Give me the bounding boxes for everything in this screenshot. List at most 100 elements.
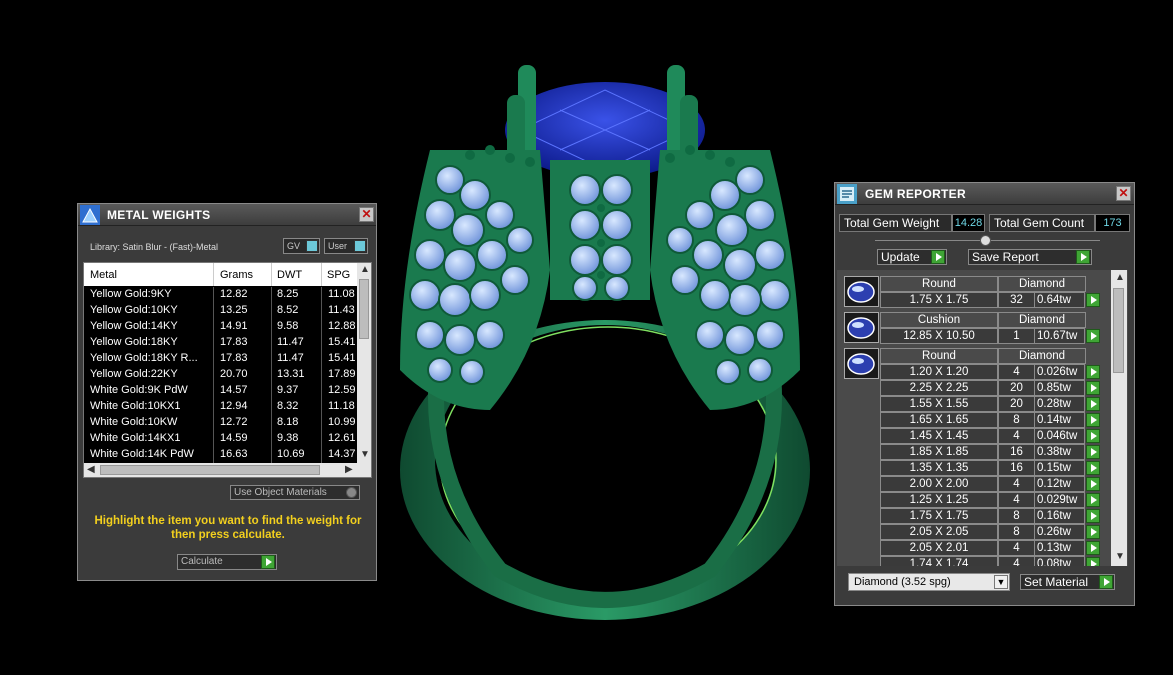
save-report-button[interactable]: Save Report	[968, 249, 1092, 265]
column-header-grams[interactable]: Grams	[220, 269, 253, 281]
column-header-metal[interactable]: Metal	[90, 269, 117, 281]
set-material-button[interactable]: Set Material	[1020, 574, 1115, 590]
metal-table-hscrollbar[interactable]: ◀ ▶	[84, 463, 371, 477]
select-gems-button[interactable]	[1086, 293, 1100, 307]
table-row[interactable]: Yellow Gold:9KY 12.82 8.25 11.08	[84, 287, 359, 303]
calculate-field[interactable]: Calculate	[177, 554, 277, 570]
use-object-materials-label: Use Object Materials	[234, 487, 327, 498]
viewport[interactable]: METAL WEIGHTS ✕ Library: Satin Blur - (F…	[0, 0, 1173, 675]
grams-cell: 16.63	[220, 448, 248, 460]
material-select[interactable]: Diamond (3.52 spg) ▼	[848, 573, 1010, 591]
gem-shape-header: Cushion	[880, 312, 998, 328]
gem-size-cell: 1.25 X 1.25	[880, 492, 998, 508]
gem-count-cell: 4	[998, 492, 1035, 508]
metal-name-cell: Yellow Gold:18KY R...	[90, 352, 198, 364]
table-row[interactable]: Yellow Gold:18KY 17.83 11.47 15.41	[84, 335, 359, 351]
column-header-dwt[interactable]: DWT	[277, 269, 302, 281]
save-report-go-icon[interactable]	[1076, 250, 1090, 264]
metal-weights-titlebar[interactable]: METAL WEIGHTS ✕	[78, 204, 376, 226]
metal-table[interactable]: Metal Grams DWT SPG Yellow Gold:9KY 12.82…	[83, 262, 372, 478]
use-object-materials-field[interactable]: Use Object Materials	[230, 485, 360, 500]
dwt-cell: 11.47	[277, 352, 304, 364]
select-gems-button[interactable]	[1086, 429, 1100, 443]
update-go-icon[interactable]	[931, 250, 945, 264]
report-slider-handle[interactable]	[980, 235, 991, 246]
gem-weight-cell: 10.67tw	[1034, 328, 1085, 344]
column-header-spg[interactable]: SPG	[327, 269, 350, 281]
grams-cell: 12.72	[220, 416, 248, 428]
table-row[interactable]: Yellow Gold:14KY 14.91 9.58 12.88	[84, 319, 359, 335]
gem-reporter-close-button[interactable]: ✕	[1116, 186, 1131, 201]
chevron-down-icon[interactable]: ▼	[994, 575, 1008, 589]
gem-material-header: Diamond	[998, 312, 1086, 328]
metal-name-cell: Yellow Gold:9KY	[90, 288, 172, 300]
calculate-go-button[interactable]	[261, 555, 275, 569]
select-gems-button[interactable]	[1086, 509, 1100, 523]
scroll-left-icon[interactable]: ◀	[87, 464, 95, 476]
gem-size-cell: 1.74 X 1.74	[880, 556, 998, 566]
gem-weight-cell: 0.14tw	[1034, 412, 1085, 428]
user-toggle[interactable]: User	[324, 238, 368, 254]
gem-count-cell: 16	[998, 444, 1035, 460]
select-gems-button[interactable]	[1086, 329, 1100, 343]
metal-name-cell: Yellow Gold:14KY	[90, 320, 178, 332]
table-row[interactable]: White Gold:9K PdW 14.57 9.37 12.59	[84, 383, 359, 399]
gem-reporter-titlebar[interactable]: GEM REPORTER ✕	[835, 183, 1134, 205]
table-row[interactable]: White Gold:10KX1 12.94 8.32 11.18	[84, 399, 359, 415]
scroll-up-icon[interactable]: ▲	[360, 264, 370, 276]
ring-3d-render[interactable]	[380, 50, 820, 620]
gv-toggle[interactable]: GV	[283, 238, 320, 254]
table-row[interactable]: Yellow Gold:10KY 13.25 8.52 11.43	[84, 303, 359, 319]
update-button[interactable]: Update	[877, 249, 947, 265]
select-gems-button[interactable]	[1086, 461, 1100, 475]
gear-icon[interactable]	[346, 487, 357, 498]
gem-size-cell: 1.35 X 1.35	[880, 460, 998, 476]
gem-list-vscroll-thumb[interactable]	[1113, 288, 1124, 373]
scroll-down-icon[interactable]: ▼	[360, 449, 370, 461]
dwt-cell: 11.47	[277, 336, 304, 348]
gem-thumbnail[interactable]	[844, 276, 879, 307]
gem-thumbnail[interactable]	[844, 312, 879, 343]
material-select-value: Diamond (3.52 spg)	[854, 576, 951, 588]
select-gems-button[interactable]	[1086, 493, 1100, 507]
table-row[interactable]: White Gold:10KW 12.72 8.18 10.99	[84, 415, 359, 431]
gv-toggle-indicator	[306, 240, 318, 252]
table-row[interactable]: White Gold:14K PdW 16.63 10.69 14.37	[84, 447, 359, 463]
metal-table-vscrollbar[interactable]: ▲ ▼	[357, 263, 371, 465]
gem-thumbnail[interactable]	[844, 348, 879, 379]
select-gems-button[interactable]	[1086, 365, 1100, 379]
table-row[interactable]: White Gold:14KX1 14.59 9.38 12.61	[84, 431, 359, 447]
metal-name-cell: White Gold:9K PdW	[90, 384, 188, 396]
table-row[interactable]: Yellow Gold:22KY 20.70 13.31 17.89	[84, 367, 359, 383]
gem-size-cell: 2.25 X 2.25	[880, 380, 998, 396]
gem-list[interactable]: Round Diamond 1.75 X 1.75 32 0.64tw Cushion Di…	[837, 270, 1128, 566]
select-gems-button[interactable]	[1086, 477, 1100, 491]
grams-cell: 14.91	[220, 320, 248, 332]
table-row[interactable]: Yellow Gold:18KY R... 17.83 11.47 15.41	[84, 351, 359, 367]
scroll-down-icon[interactable]: ▼	[1115, 551, 1125, 563]
set-material-go-icon[interactable]	[1099, 575, 1113, 589]
gem-count-cell: 8	[998, 524, 1035, 540]
update-button-label: Update	[881, 250, 920, 264]
gv-toggle-label: GV	[287, 241, 301, 251]
select-gems-button[interactable]	[1086, 557, 1100, 566]
gem-list-vscrollbar[interactable]: ▲ ▼	[1111, 270, 1127, 566]
save-report-button-label: Save Report	[972, 250, 1039, 264]
user-toggle-indicator	[354, 240, 366, 252]
scroll-right-icon[interactable]: ▶	[345, 464, 353, 476]
scroll-up-icon[interactable]: ▲	[1115, 272, 1125, 284]
select-gems-button[interactable]	[1086, 413, 1100, 427]
gem-weight-cell: 0.08tw	[1034, 556, 1085, 566]
metal-table-hscroll-thumb[interactable]	[100, 465, 320, 475]
select-gems-button[interactable]	[1086, 381, 1100, 395]
select-gems-button[interactable]	[1086, 397, 1100, 411]
dwt-cell: 8.52	[277, 304, 299, 316]
metal-name-cell: Yellow Gold:10KY	[90, 304, 178, 316]
select-gems-button[interactable]	[1086, 525, 1100, 539]
select-gems-button[interactable]	[1086, 541, 1100, 555]
select-gems-button[interactable]	[1086, 445, 1100, 459]
gem-weight-cell: 0.26tw	[1034, 524, 1085, 540]
metal-table-vscroll-thumb[interactable]	[359, 279, 369, 339]
metal-weights-close-button[interactable]: ✕	[359, 207, 374, 222]
total-gem-weight-value: 14.28	[952, 214, 985, 232]
